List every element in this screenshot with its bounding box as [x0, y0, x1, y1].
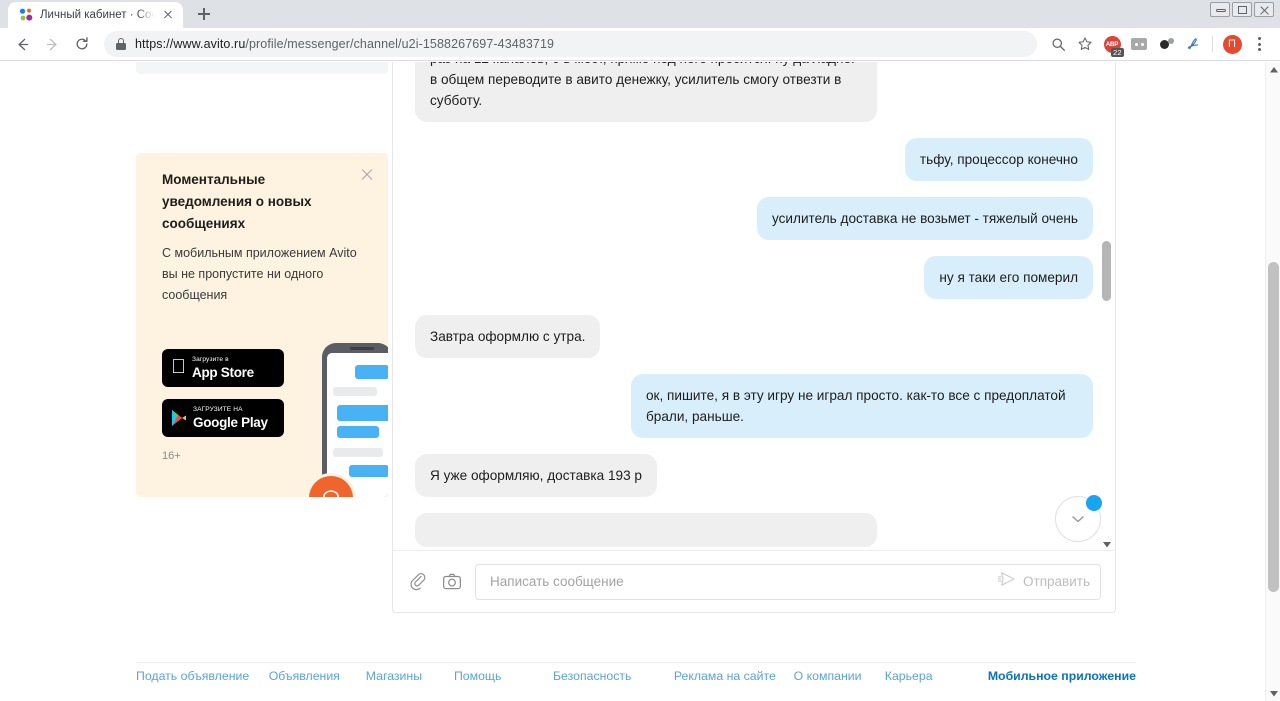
- message-bubble-outgoing: ну я таки его померил: [924, 256, 1093, 299]
- footer-link-about[interactable]: О компании: [794, 669, 885, 683]
- window-close-icon[interactable]: [1254, 2, 1274, 17]
- age-rating: 16+: [162, 450, 181, 462]
- footer-link-submit-ad[interactable]: Подать объявление: [136, 669, 269, 683]
- footer-link-ads[interactable]: Объявления: [269, 669, 366, 683]
- footer-link-career[interactable]: Карьера: [885, 669, 988, 683]
- promo-title: Моментальные уведомления о новых сообщен…: [162, 172, 312, 231]
- adobe-acrobat-icon[interactable]: [1180, 31, 1206, 57]
- reload-icon[interactable]: [68, 30, 96, 58]
- phone-illustration: [322, 343, 388, 497]
- footer-divider: [136, 662, 1136, 663]
- address-bar[interactable]: https://www.avito.ru/profile/messenger/c…: [104, 31, 1037, 57]
- window-controls: [1210, 2, 1274, 17]
- footer-link-mobile-app[interactable]: Мобильное приложение: [988, 669, 1136, 683]
- promo-close-icon[interactable]: [360, 167, 374, 181]
- arrow-left-icon[interactable]: [8, 30, 36, 58]
- apple-logo-icon: : [171, 357, 186, 377]
- page-viewport: Моментальные уведомления о новых сообщен…: [0, 62, 1280, 701]
- sidebar-partial-card: [136, 62, 388, 74]
- send-button-label: Отправить: [1023, 574, 1090, 589]
- message-composer: Написать сообщение Отправить: [393, 550, 1115, 612]
- page-scrollbar-thumb[interactable]: [1268, 262, 1279, 592]
- lock-icon: [116, 38, 126, 50]
- adblock-count-badge: 22: [1110, 48, 1124, 57]
- message-scroll-area: ладно, я думал его будут вместе с усилит…: [393, 62, 1115, 550]
- message-bubble-incoming: Завтра оформлю с утра.: [415, 315, 601, 358]
- message-bubble-incoming-partial: [415, 513, 877, 547]
- magnifier-icon[interactable]: [1045, 31, 1071, 57]
- url-origin: https://www.avito.ru: [135, 37, 246, 51]
- maximize-icon[interactable]: [1232, 2, 1252, 17]
- scroll-to-bottom-button[interactable]: [1055, 495, 1102, 542]
- page-content: Моментальные уведомления о новых сообщен…: [0, 62, 1265, 701]
- message-bubble-outgoing: ок, пишите, я в эту игру не играл просто…: [631, 374, 1093, 438]
- arrow-right-icon[interactable]: [38, 30, 66, 58]
- mobile-app-promo: Моментальные уведомления о новых сообщен…: [136, 153, 388, 497]
- google-play-label: Google Play: [193, 414, 268, 430]
- footer-link-shops[interactable]: Магазины: [366, 669, 454, 683]
- google-play-badge[interactable]: ЗАГРУЗИТЕ НА Google Play: [162, 399, 284, 437]
- message-bubble-outgoing: тьфу, процессор конечно: [904, 138, 1093, 181]
- minimize-icon[interactable]: [1210, 2, 1230, 17]
- message-list: ладно, я думал его будут вместе с усилит…: [393, 62, 1115, 550]
- address-bar-url: https://www.avito.ru/profile/messenger/c…: [135, 37, 554, 51]
- message-row: тьфу, процессор конечно: [415, 138, 1093, 181]
- message-row: ну я таки его померил: [415, 256, 1093, 299]
- app-store-badge[interactable]:  Загрузите в App Store: [162, 349, 284, 387]
- avatar[interactable]: П: [1219, 31, 1245, 57]
- messenger-panel: ладно, я думал его будут вместе с усилит…: [392, 62, 1116, 613]
- message-input[interactable]: Написать сообщение Отправить: [475, 563, 1101, 600]
- browser-tab[interactable]: Личный кабинет · Сообщения · Ав: [8, 2, 183, 28]
- toolbar-right: 22 П: [1045, 31, 1272, 57]
- extension-ball-icon[interactable]: [1153, 31, 1179, 57]
- message-input-placeholder: Написать сообщение: [490, 574, 624, 589]
- promo-subtitle: С мобильным приложением Avito вы не проп…: [162, 246, 357, 302]
- footer-link-security[interactable]: Безопасность: [553, 669, 674, 683]
- app-store-small-label: Загрузите в: [177, 355, 229, 363]
- page-scroll-up-icon[interactable]: [1266, 62, 1280, 77]
- browser-toolbar: https://www.avito.ru/profile/messenger/c…: [0, 28, 1280, 61]
- unread-dot-badge: [1086, 495, 1102, 511]
- url-path: /profile/messenger/channel/u2i-158826769…: [245, 37, 555, 51]
- message-bubble-incoming: ладно, я думал его будут вместе с усилит…: [415, 62, 877, 122]
- google-play-icon: [171, 409, 187, 427]
- page-scrollbar[interactable]: [1265, 62, 1280, 701]
- extension-box-icon[interactable]: [1126, 31, 1152, 57]
- message-bubble-incoming: Я уже оформляю, доставка 193 р: [415, 454, 657, 497]
- chevron-down-icon: [1072, 516, 1084, 523]
- send-plane-icon: [998, 571, 1016, 592]
- kebab-menu-icon[interactable]: [1246, 31, 1272, 57]
- message-scrollbar-thumb[interactable]: [1102, 241, 1111, 301]
- google-play-small-label: ЗАГРУЗИТЕ НА: [193, 405, 243, 413]
- footer-link-advertising[interactable]: Реклама на сайте: [674, 669, 794, 683]
- message-row-partial: [415, 513, 1093, 547]
- message-row: ок, пишите, я в эту игру не играл просто…: [415, 374, 1093, 438]
- avito-dots-icon: [19, 8, 33, 22]
- tab-title: Личный кабинет · Сообщения · Ав: [40, 9, 154, 21]
- adblock-plus-icon[interactable]: 22: [1099, 31, 1125, 57]
- new-tab-button[interactable]: [191, 1, 217, 27]
- footer-links: Подать объявление Объявления Магазины По…: [136, 669, 1136, 683]
- send-button[interactable]: Отправить: [998, 565, 1090, 599]
- message-row: усилитель доставка не возьмет - тяжелый …: [415, 197, 1093, 240]
- tab-close-icon[interactable]: [161, 8, 175, 22]
- toolbar-divider: [1212, 36, 1213, 52]
- message-row: ладно, я думал его будут вместе с усилит…: [415, 62, 1093, 122]
- tab-strip: Личный кабинет · Сообщения · Ав: [0, 0, 1280, 28]
- camera-icon[interactable]: [441, 571, 463, 593]
- star-icon[interactable]: [1072, 31, 1098, 57]
- page-scroll-down-icon[interactable]: [1266, 686, 1280, 701]
- message-row: Завтра оформлю с утра.: [415, 315, 1093, 358]
- profile-initial: П: [1222, 34, 1242, 54]
- paperclip-icon[interactable]: [407, 571, 429, 593]
- browser-window: Личный кабинет · Сообщения · Ав: [0, 0, 1280, 701]
- message-bubble-outgoing: усилитель доставка не возьмет - тяжелый …: [756, 197, 1093, 240]
- app-store-label: App Store: [177, 364, 254, 380]
- message-row: Я уже оформляю, доставка 193 р: [415, 454, 1093, 497]
- footer-link-help[interactable]: Помощь: [454, 669, 553, 683]
- scrollbar-down-arrow-icon[interactable]: [1103, 540, 1112, 549]
- message-scrollbar[interactable]: [1101, 62, 1113, 550]
